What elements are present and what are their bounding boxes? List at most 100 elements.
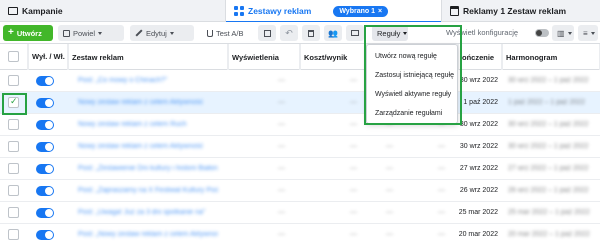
header-schedule[interactable]: Harmonogram — [502, 44, 600, 70]
pencil-icon — [135, 29, 143, 37]
plus-icon: + — [8, 27, 14, 38]
close-icon[interactable]: × — [378, 8, 382, 15]
checkbox-highlight-box — [2, 93, 27, 115]
selected-badge[interactable]: Wybrano 1 × — [333, 5, 389, 17]
columns-button[interactable]: ▥ — [552, 25, 574, 41]
more-icon: ≡ — [583, 28, 588, 38]
tab-adsets[interactable]: Zestawy reklam Wybrano 1 × — [226, 0, 442, 23]
delete-button[interactable] — [302, 25, 320, 41]
row-checkbox[interactable] — [8, 163, 19, 174]
preview-icon — [351, 30, 359, 36]
metric-value: — — [438, 209, 445, 216]
row-checkbox[interactable] — [8, 119, 19, 130]
impressions-value: — — [278, 143, 285, 150]
row-status-toggle[interactable] — [36, 164, 54, 174]
impressions-value: — — [278, 77, 285, 84]
select-all-checkbox[interactable] — [8, 51, 19, 62]
table-row[interactable]: Post: „Nowy zestaw reklam z celem Aktywn… — [0, 224, 600, 244]
row-checkbox[interactable] — [8, 141, 19, 152]
audience-button[interactable]: 👥 — [324, 25, 342, 41]
preview-button[interactable] — [346, 25, 364, 41]
edit-button-label: Edytuj — [146, 28, 167, 38]
metric-value: — — [386, 143, 393, 150]
schedule-range: 27 wrz 2022 – 1 paź 2022 — [508, 165, 589, 172]
row-checkbox[interactable] — [8, 185, 19, 196]
cost-value: — — [350, 209, 357, 216]
cost-value: — — [350, 165, 357, 172]
adset-name-link[interactable]: Nowy zestaw reklam z celem Aktywność — [78, 99, 218, 106]
header-start[interactable]: ończenie — [458, 44, 502, 70]
row-status-toggle[interactable] — [36, 142, 54, 152]
undo-button[interactable]: ↶ — [280, 25, 298, 41]
people-icon: 👥 — [328, 28, 338, 38]
edit-button[interactable]: Edytuj — [130, 25, 194, 41]
adset-name-link[interactable]: Post: „Nowy zestaw reklam z celem Aktywn… — [78, 231, 218, 238]
metric-value: — — [386, 165, 393, 172]
ab-test-button[interactable]: Test A/B — [202, 25, 250, 41]
duplicate-icon — [63, 29, 70, 37]
cost-value: — — [350, 143, 357, 150]
adset-name-link[interactable]: Post: „Co mowy o Chinach?” — [78, 77, 218, 84]
more-button[interactable]: ≡ — [578, 25, 598, 41]
metric-value: — — [438, 165, 445, 172]
header-impressions[interactable]: Wyświetlenia — [228, 44, 300, 70]
tab-ads[interactable]: Reklamy 1 Zestaw reklam — [442, 0, 600, 22]
table-row[interactable]: Nowy zestaw reklam z celem Ruch — — — —30 wr… — [0, 114, 600, 136]
row-checkbox[interactable] — [8, 229, 19, 240]
create-button-label: Utwórz — [16, 28, 42, 38]
impressions-value: — — [278, 165, 285, 172]
row-status-toggle[interactable] — [36, 120, 54, 130]
table-row[interactable]: Post: „Zapraszamy na X Festiwal Kultury … — [0, 180, 600, 202]
tab-bar: Kampanie Zestawy reklam Wybrano 1 × Rekl… — [0, 0, 600, 23]
ad-page-icon — [450, 6, 459, 16]
table-row[interactable]: Nowy zestaw reklam z celem Aktywność — — — —… — [0, 136, 600, 158]
header-checkbox-cell — [0, 44, 28, 70]
row-status-toggle[interactable] — [36, 98, 54, 108]
adset-name-link[interactable]: Post: „Uwaga! Już za 3 dni spotkanie na” — [78, 209, 218, 216]
schedule-range: 1 paź 2022 – 1 paź 2022 — [508, 99, 586, 106]
row-status-toggle[interactable] — [36, 230, 54, 240]
header-onoff[interactable]: Wył. / Wł. — [28, 44, 68, 70]
view-settings-toggle[interactable] — [535, 29, 549, 37]
row-status-toggle[interactable] — [36, 76, 54, 86]
flask-icon — [207, 29, 213, 37]
metric-value: — — [438, 143, 445, 150]
chevron-down-icon — [567, 31, 572, 35]
archive-button[interactable] — [258, 25, 276, 41]
chevron-down-icon — [169, 31, 174, 35]
metric-value: — — [438, 187, 445, 194]
adset-name-link[interactable]: Post: „Zestawienie Dni kultury i histori… — [78, 165, 218, 172]
start-date: 30 wrz 2022 — [459, 121, 498, 128]
cost-value: — — [350, 77, 357, 84]
row-checkbox[interactable] — [8, 207, 19, 218]
row-status-toggle[interactable] — [36, 208, 54, 218]
table-row[interactable]: Post: „Co mowy o Chinach?”————30 wrz 202… — [0, 70, 600, 92]
adset-name-link[interactable]: Post: „Zapraszamy na X Festiwal Kultury … — [78, 187, 218, 194]
adset-name-link[interactable]: Nowy zestaw reklam z celem Ruch — [78, 121, 218, 128]
table-row[interactable]: Post: „Uwaga! Już za 3 dni spotkanie na”… — [0, 202, 600, 224]
duplicate-button[interactable]: Powiel — [58, 25, 124, 41]
row-status-toggle[interactable] — [36, 186, 54, 196]
tab-campaigns[interactable]: Kampanie — [0, 0, 226, 22]
table-row[interactable]: ✓Nowy zestaw reklam z celem Aktywność———… — [0, 92, 600, 114]
header-cost[interactable]: Koszt/wynik — [300, 44, 366, 70]
table-row[interactable]: Post: „Zestawienie Dni kultury i histori… — [0, 158, 600, 180]
start-date: 30 wrz 2022 — [459, 77, 498, 84]
schedule-range: 25 mar 2022 – 1 paź 2022 — [508, 209, 590, 216]
row-checkbox[interactable] — [8, 75, 19, 86]
schedule-range: 30 wrz 2022 – 1 paź 2022 — [508, 77, 589, 84]
rules-highlight-box — [364, 25, 462, 125]
chevron-down-icon — [590, 31, 595, 35]
header-name[interactable]: Zestaw reklam — [68, 44, 228, 70]
schedule-range: 30 wrz 2022 – 1 paź 2022 — [508, 143, 589, 150]
metric-value: — — [386, 187, 393, 194]
selected-badge-label: Wybrano 1 — [339, 7, 375, 15]
impressions-value: — — [278, 187, 285, 194]
ab-test-label: Test A/B — [216, 28, 244, 38]
grid-icon — [234, 6, 244, 16]
chevron-down-icon — [98, 31, 103, 35]
create-button[interactable]: + Utwórz — [3, 25, 53, 41]
cost-value: — — [350, 187, 357, 194]
adset-name-link[interactable]: Nowy zestaw reklam z celem Aktywność — [78, 143, 218, 150]
impressions-value: — — [278, 231, 285, 238]
